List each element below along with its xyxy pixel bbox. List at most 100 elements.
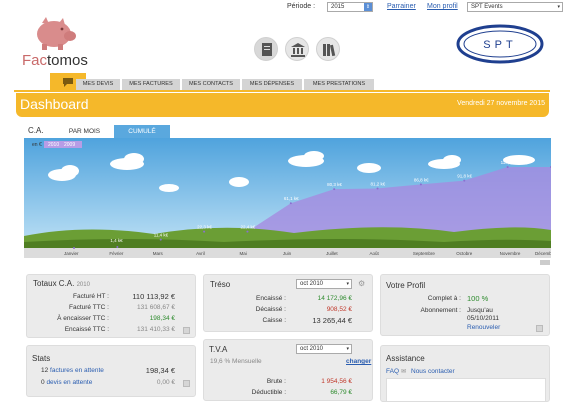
legend-2010: 2010 bbox=[48, 142, 59, 148]
data-point[interactable] bbox=[419, 183, 422, 186]
tva-change-link[interactable]: changer bbox=[346, 358, 371, 365]
period-select[interactable]: 2015 ⇕ bbox=[327, 2, 373, 12]
tva-month-value: oct 2010 bbox=[300, 346, 324, 352]
tva-label-0: Brute : bbox=[266, 378, 286, 385]
logo-part2: tomos bbox=[47, 52, 88, 69]
app-logo[interactable]: Factomos bbox=[22, 52, 88, 69]
x-tick-label: Avril bbox=[196, 251, 205, 256]
spt-logo-text: SPT bbox=[483, 39, 516, 51]
totaux-label-1: Facturé TTC : bbox=[69, 304, 109, 311]
stats-panel: Stats 12 factures en attente 198,34 € 0 … bbox=[26, 345, 196, 397]
mon-profil-link[interactable]: Mon profil bbox=[427, 3, 458, 10]
x-tick-label: Juin bbox=[283, 251, 292, 256]
data-point[interactable] bbox=[203, 230, 206, 233]
profil-abonnement-value1: Jusqu'au bbox=[467, 307, 493, 314]
treso-value-1: 908,52 € bbox=[326, 306, 352, 313]
treso-value-0: 14 172,96 € bbox=[317, 295, 352, 302]
data-label: 91,8 k€ bbox=[457, 174, 472, 179]
totaux-value-0: 110 113,92 € bbox=[132, 292, 175, 301]
gear-icon[interactable]: ⚙ bbox=[358, 279, 365, 288]
period-label: Période : bbox=[287, 3, 316, 10]
data-point[interactable] bbox=[376, 187, 379, 190]
data-label: 81,2 k€ bbox=[371, 181, 386, 186]
main-menu: MES DEVIS MES FACTURES MES CONTACTS MES … bbox=[14, 68, 550, 92]
profil-panel: Votre Profil Complet à : 100 % Abonnemen… bbox=[380, 274, 550, 336]
menu-item-devis[interactable]: MES DEVIS bbox=[76, 79, 120, 90]
treso-label-0: Encaissé : bbox=[256, 295, 286, 302]
account-select[interactable]: SPT Events ▾ bbox=[467, 2, 563, 12]
data-point[interactable] bbox=[116, 245, 119, 248]
current-date: Vendredi 27 novembre 2015 bbox=[457, 100, 545, 107]
chart-scroll-handle[interactable] bbox=[540, 260, 550, 265]
menu-item-prestations[interactable]: MES PRESTATIONS bbox=[304, 79, 374, 90]
logo-part1: Fac bbox=[22, 52, 48, 69]
tva-value-0: 1 954,56 € bbox=[321, 378, 352, 385]
stats-toggle[interactable] bbox=[183, 380, 190, 387]
totaux-label-3: Encaissé TTC : bbox=[64, 326, 109, 333]
treso-label-1: Décaissé : bbox=[255, 306, 286, 313]
bank-icon[interactable] bbox=[285, 37, 309, 61]
period-value: 2015 bbox=[331, 4, 345, 10]
menu-item-depenses[interactable]: MES DÉPENSES bbox=[242, 79, 302, 90]
spinner-icon[interactable]: ⇕ bbox=[364, 3, 372, 11]
totaux-title-text: Totaux C.A. bbox=[33, 279, 75, 288]
totaux-value-2: 198,34 € bbox=[149, 315, 175, 322]
ca-title: C.A. bbox=[28, 126, 44, 135]
treso-month-select[interactable]: oct 2010 ▾ bbox=[296, 279, 352, 289]
data-point[interactable] bbox=[506, 165, 509, 168]
x-tick-label: Mars bbox=[153, 251, 164, 256]
tva-title: T.V.A bbox=[209, 345, 228, 354]
account-value: SPT Events bbox=[471, 4, 503, 10]
profil-complete-label: Complet à : bbox=[427, 295, 461, 302]
data-point[interactable] bbox=[159, 238, 162, 241]
tva-subtitle: 19,6 % Mensuelle bbox=[210, 358, 262, 365]
page-title: Dashboard bbox=[20, 96, 89, 112]
data-point[interactable] bbox=[73, 247, 75, 249]
data-point[interactable] bbox=[289, 202, 292, 205]
data-label: 86,8 k€ bbox=[414, 177, 429, 182]
books-icon[interactable] bbox=[316, 37, 340, 61]
data-label: 22,3 k€ bbox=[197, 225, 212, 230]
menu-item-contacts[interactable]: MES CONTACTS bbox=[182, 79, 240, 90]
top-bar: Période : 2015 ⇕ Parrainer Mon profil SPT… bbox=[287, 2, 577, 14]
main-nav-icons bbox=[254, 37, 344, 63]
totaux-panel: Totaux C.A. 2010 Facturé HT : 110 113,92… bbox=[26, 274, 196, 338]
stats-label-1[interactable]: devis en attente bbox=[46, 379, 92, 386]
parrainer-link[interactable]: Parrainer bbox=[387, 3, 416, 10]
y-axis-label: en € bbox=[32, 142, 42, 148]
stats-row-0[interactable]: 12 factures en attente bbox=[41, 367, 104, 374]
assistance-panel: Assistance FAQ ✉ Nous contacter bbox=[380, 345, 550, 402]
data-label: 80,3 k€ bbox=[327, 182, 342, 187]
stats-row-1[interactable]: 0 devis en attente bbox=[41, 379, 92, 386]
stats-label-0[interactable]: factures en attente bbox=[50, 367, 104, 374]
x-tick-label: Novembre bbox=[500, 251, 521, 256]
tab-cumule[interactable]: CUMULÉ bbox=[114, 125, 170, 138]
document-icon[interactable] bbox=[254, 37, 278, 61]
tva-month-select[interactable]: oct 2010 ▾ bbox=[296, 344, 352, 354]
envelope-icon: ✉ bbox=[401, 369, 407, 375]
data-point[interactable] bbox=[463, 179, 466, 182]
piggy-bank-logo-icon bbox=[37, 17, 76, 50]
x-tick-label: Février bbox=[109, 251, 124, 256]
assistance-message-area[interactable] bbox=[386, 378, 546, 402]
dashboard-header: Dashboard Vendredi 27 novembre 2015 bbox=[16, 93, 549, 117]
profil-toggle[interactable] bbox=[536, 325, 543, 332]
faq-link[interactable]: FAQ bbox=[386, 368, 399, 375]
legend-2009: 2009 bbox=[64, 142, 75, 148]
totaux-label-2: À encaisser TTC : bbox=[57, 315, 109, 322]
menu-item-factures[interactable]: MES FACTURES bbox=[122, 79, 180, 90]
tab-par-mois[interactable]: PAR MOIS bbox=[57, 125, 112, 138]
data-point[interactable] bbox=[246, 230, 249, 233]
totaux-value-3: 131 410,33 € bbox=[137, 326, 175, 333]
totaux-year: 2010 bbox=[76, 282, 90, 288]
data-point[interactable] bbox=[333, 188, 336, 191]
data-label: 110,5 k€ bbox=[501, 160, 518, 165]
x-tick-label: Mai bbox=[239, 251, 246, 256]
contact-link[interactable]: Nous contacter bbox=[411, 368, 455, 375]
stats-value-0: 198,34 € bbox=[145, 366, 175, 375]
renouveler-link[interactable]: Renouveler bbox=[467, 324, 500, 331]
totaux-toggle[interactable] bbox=[183, 327, 190, 334]
x-tick-label: Juillet bbox=[326, 251, 338, 256]
chevron-down-icon: ▾ bbox=[557, 4, 560, 10]
tva-value-1: 66,79 € bbox=[330, 389, 352, 396]
